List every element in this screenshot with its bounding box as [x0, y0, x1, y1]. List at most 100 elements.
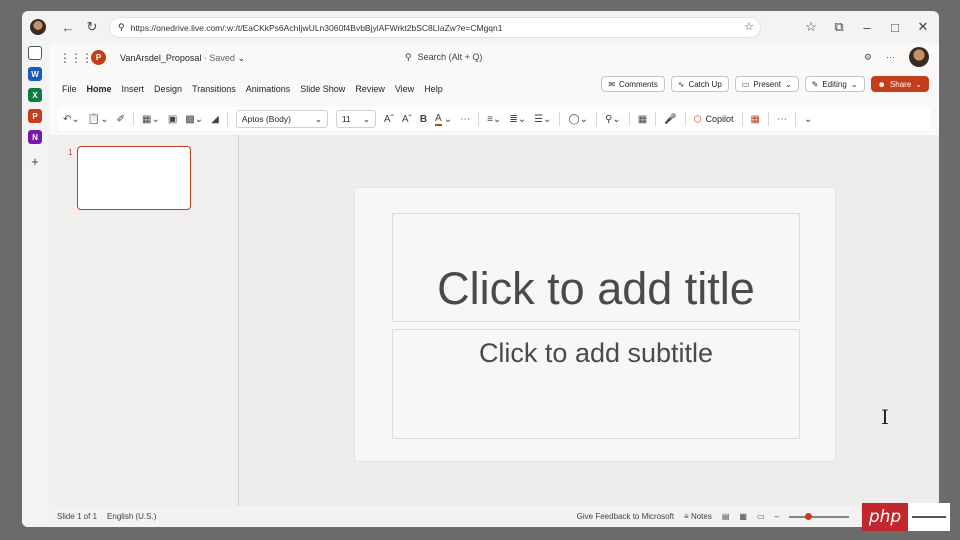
saved-status: · Saved — [203, 53, 235, 63]
bold-button[interactable]: B — [420, 114, 427, 125]
divider — [741, 112, 743, 126]
subtitle-placeholder[interactable]: Click to add subtitle — [392, 329, 800, 439]
divider — [478, 112, 480, 126]
feedback-link[interactable]: Give Feedback to Microsoft — [577, 512, 674, 521]
paste-button[interactable]: 📋⌄ — [88, 114, 109, 125]
chevron-down-icon: ⌄ — [362, 113, 370, 124]
reading-view-icon[interactable]: ▭ — [757, 512, 765, 521]
status-bar: Slide 1 of 1 English (U.S.) Give Feedbac… — [49, 506, 939, 527]
zoom-out-icon[interactable]: – — [775, 512, 779, 521]
share-button[interactable]: ☻ Share ⌄ — [870, 76, 929, 92]
find-button[interactable]: ⚲⌄ — [605, 114, 621, 125]
browser-toolbar: ← ↻ ⚲ https://onedrive.live.com/:w:/t/Ea… — [22, 11, 939, 43]
present-button[interactable]: ▭ Present ⌄ — [734, 76, 799, 92]
collapse-ribbon-icon[interactable]: ⌄ — [804, 114, 812, 125]
watermark-php: php — [862, 503, 908, 531]
favorites-icon[interactable]: ☆ — [801, 17, 821, 37]
powerpoint-app: ⋮⋮⋮ P VanArsdel_Proposal · Saved ⌄ ⚲ Sea… — [49, 43, 939, 527]
tab-insert[interactable]: Insert — [117, 84, 150, 94]
font-color-button[interactable]: A ⌄ — [435, 113, 452, 126]
address-url[interactable]: https://onedrive.live.com/:w:/t/EaCKkPs6… — [131, 23, 503, 33]
subtitle-placeholder-text: Click to add subtitle — [478, 338, 714, 368]
title-placeholder[interactable]: Click to add title — [392, 213, 800, 322]
onenote-icon[interactable]: N — [28, 130, 42, 144]
format-painter-icon[interactable]: ✐ — [117, 114, 125, 125]
slide[interactable]: Click to add title Click to add subtitle — [354, 187, 836, 462]
font-size-select[interactable]: 11 ⌄ — [335, 110, 376, 128]
font-name-select[interactable]: Aptos (Body) ⌄ — [235, 110, 328, 128]
tab-transitions[interactable]: Transitions — [187, 84, 241, 94]
tab-slide-show[interactable]: Slide Show — [295, 84, 350, 94]
chevron-down-icon: ⌄ — [784, 79, 792, 89]
dictate-icon[interactable]: 🎤 — [664, 114, 676, 125]
settings-icon[interactable]: ⚙ — [864, 52, 872, 63]
comments-button[interactable]: ✉ Comments — [601, 76, 665, 92]
app-launcher-icon[interactable]: ⋮⋮⋮ — [59, 51, 93, 65]
divider — [559, 112, 561, 126]
normal-view-icon[interactable]: ▤ — [722, 512, 730, 521]
comment-icon: ✉ — [608, 79, 616, 89]
editing-button[interactable]: ✎ Editing ⌄ — [804, 76, 865, 92]
align-button[interactable]: ☰⌄ — [534, 114, 551, 125]
notes-button[interactable]: ≡ Notes — [684, 512, 712, 521]
slide-thumbnail[interactable] — [77, 146, 191, 210]
tab-design[interactable]: Design — [149, 84, 187, 94]
zoom-slider[interactable] — [789, 512, 849, 520]
user-avatar[interactable] — [909, 47, 929, 67]
tab-view[interactable]: View — [390, 84, 419, 94]
profile-avatar[interactable] — [28, 17, 48, 37]
more-options-icon[interactable]: ⋯ — [886, 52, 895, 63]
new-slide-button[interactable]: ▦⌄ — [142, 114, 160, 125]
designer-icon[interactable]: ▦ — [638, 114, 647, 125]
favorite-icon[interactable]: ☆ — [744, 20, 754, 33]
increase-font-icon[interactable]: Aˆ — [384, 114, 394, 125]
tabs-icon[interactable] — [28, 46, 42, 60]
bullets-button[interactable]: ≡⌄ — [487, 114, 501, 125]
numbering-button[interactable]: ≣⌄ — [509, 114, 526, 125]
powerpoint-logo-icon: P — [91, 50, 106, 65]
ribbon-toolbar: ↶⌄ 📋⌄ ✐ ▦⌄ ▣ ▩⌄ ◢ Aptos (Body) ⌄ 11 ⌄ Aˆ A… — [57, 107, 931, 131]
slide-count: Slide 1 of 1 — [57, 512, 98, 521]
app-search[interactable]: ⚲ Search (Alt + Q) — [405, 52, 482, 63]
add-ins-icon[interactable]: ▦ — [751, 114, 760, 125]
more-font-options-icon[interactable]: ⋯ — [460, 114, 470, 125]
divider — [226, 112, 228, 126]
chevron-down-icon: ⌄ — [850, 79, 858, 89]
tab-review[interactable]: Review — [350, 84, 390, 94]
shapes-button[interactable]: ◯⌄ — [568, 114, 588, 125]
copilot-button[interactable]: ⬡ Copilot — [694, 114, 734, 125]
language-status[interactable]: English (U.S.) — [107, 512, 156, 521]
address-bar[interactable]: ⚲ https://onedrive.live.com/:w:/t/EaCKkP… — [109, 17, 761, 38]
undo-button[interactable]: ↶⌄ — [63, 114, 80, 125]
back-icon[interactable]: ← — [58, 17, 78, 37]
slide-number: 1 — [68, 148, 73, 157]
tab-file[interactable]: File — [57, 84, 82, 94]
minimize-icon[interactable]: – — [857, 17, 877, 37]
format-background-icon[interactable]: ◢ — [211, 114, 219, 125]
titlebar-right: ⚙ ⋯ — [864, 47, 929, 67]
catch-up-button[interactable]: ∿ Catch Up — [670, 76, 729, 92]
maximize-icon[interactable]: □ — [885, 17, 905, 37]
more-ribbon-icon[interactable]: ⋯ — [777, 114, 787, 125]
search-icon: ⚲ — [405, 52, 412, 62]
zoom-slider-knob[interactable] — [805, 512, 812, 520]
present-icon: ▭ — [741, 79, 750, 89]
chevron-down-icon: ⌄ — [314, 113, 322, 124]
browser-controls: ☆ ⧉ – □ ✕ — [801, 17, 933, 37]
document-name[interactable]: VanArsdel_Proposal · Saved ⌄ — [120, 53, 245, 64]
word-icon[interactable]: W — [28, 67, 42, 81]
excel-icon[interactable]: X — [28, 88, 42, 102]
tab-help[interactable]: Help — [419, 84, 448, 94]
powerpoint-icon[interactable]: P — [28, 109, 42, 123]
reuse-slides-icon[interactable]: ▣ — [168, 114, 177, 125]
tab-home[interactable]: Home — [82, 84, 117, 94]
add-app-icon[interactable]: + — [25, 151, 45, 171]
decrease-font-icon[interactable]: Aˇ — [402, 114, 412, 125]
pulse-icon: ∿ — [677, 79, 685, 89]
close-icon[interactable]: ✕ — [913, 17, 933, 37]
tab-animations[interactable]: Animations — [241, 84, 296, 94]
refresh-icon[interactable]: ↻ — [82, 17, 102, 37]
slide-sorter-icon[interactable]: ▦ — [739, 512, 747, 521]
layout-button[interactable]: ▩⌄ — [185, 114, 203, 125]
collections-icon[interactable]: ⧉ — [829, 17, 849, 37]
